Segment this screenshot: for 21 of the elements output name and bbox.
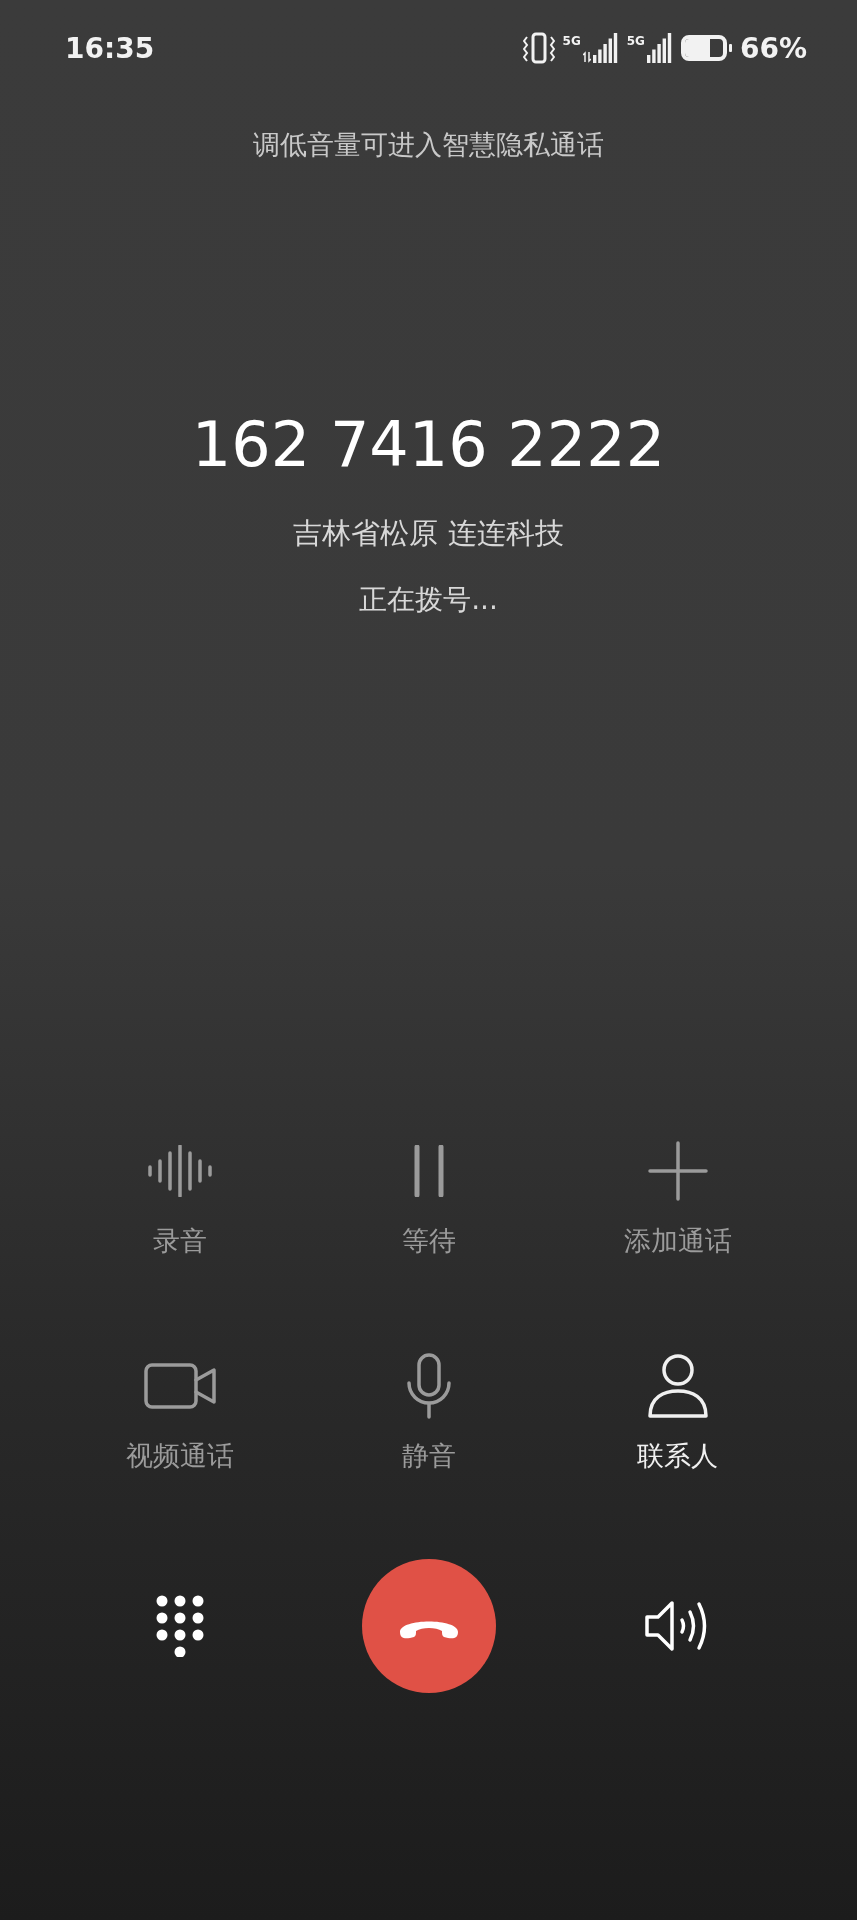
- caller-location: 吉林省松原 连连科技: [293, 515, 564, 552]
- signal-bars-icon: [592, 33, 619, 63]
- data-arrows-icon: [582, 51, 591, 63]
- person-icon: [646, 1353, 709, 1419]
- dialpad-button[interactable]: [155, 1595, 204, 1657]
- contact-button[interactable]: 联系人: [637, 1353, 718, 1474]
- network-type-label: 5G: [626, 35, 645, 47]
- microphone-icon: [405, 1353, 452, 1419]
- clock: 16:35: [65, 31, 155, 65]
- phone-number: 162 7416 2222: [191, 407, 666, 483]
- video-camera-icon: [143, 1363, 216, 1409]
- vibrate-icon: [522, 31, 555, 65]
- battery-percent: 66%: [739, 31, 807, 65]
- plus-icon: [647, 1141, 708, 1201]
- signal-bars-icon: [646, 33, 673, 63]
- call-status: 正在拨号...: [359, 582, 498, 618]
- battery-icon: [680, 35, 732, 61]
- sound-wave-icon: [146, 1145, 213, 1197]
- dialpad-icon: [155, 1595, 204, 1657]
- network-type-label: 5G: [562, 35, 581, 47]
- privacy-hint: 调低音量可进入智慧隐私通话: [253, 130, 604, 160]
